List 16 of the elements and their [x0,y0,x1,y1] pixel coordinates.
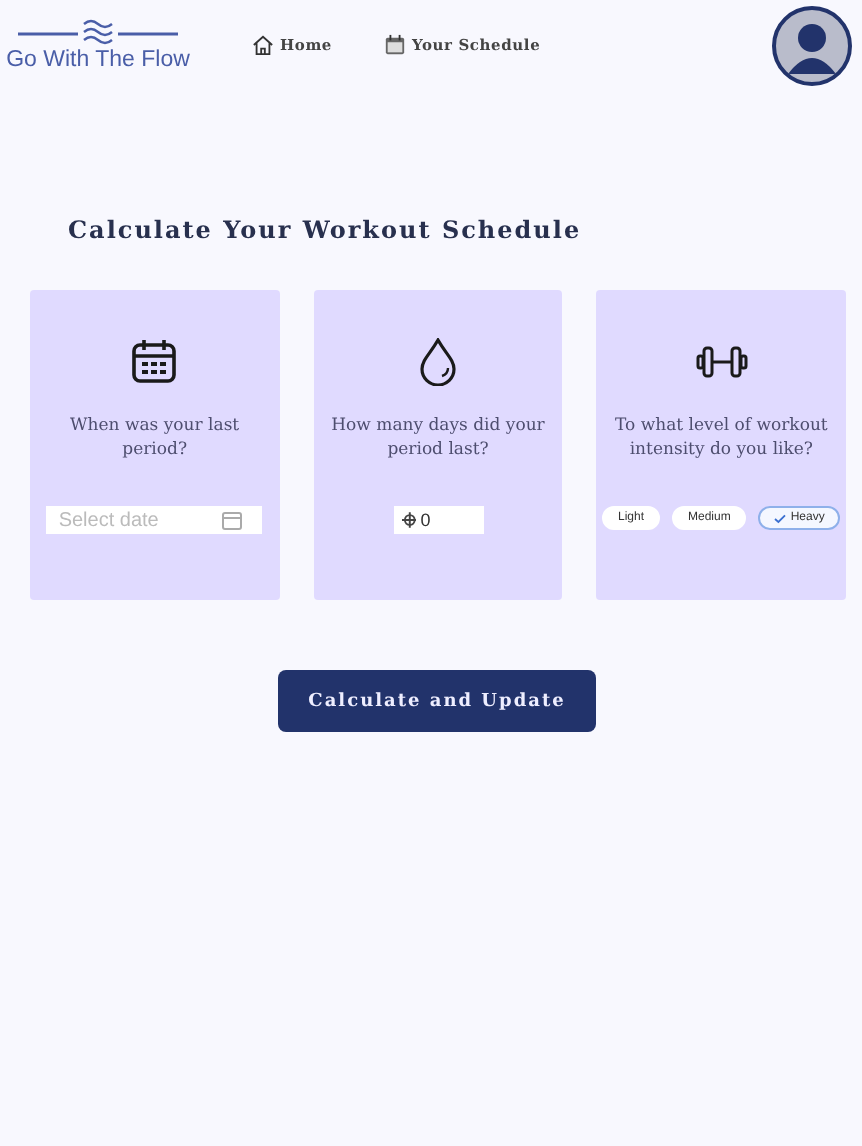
brand-name: Go With The Flow [6,47,190,71]
question-text: How many days did your period last? [329,414,547,464]
avatar[interactable] [772,6,852,86]
number-field[interactable]: 0 [393,506,483,534]
waves-icon [18,17,178,45]
calculate-button[interactable]: Calculate and Update [278,670,596,732]
calendar-icon [130,338,179,386]
home-icon [252,33,274,55]
question-text: To what level of workout intensity do you like? [613,414,830,464]
page-title: Calculate Your Workout Schedule [68,216,584,244]
check-icon [774,513,787,523]
drop-icon [418,338,458,386]
calendar-icon [222,511,243,529]
calendar-icon [384,33,406,55]
question-text: When was your last period? [68,414,242,464]
crosshair-icon [401,512,417,528]
